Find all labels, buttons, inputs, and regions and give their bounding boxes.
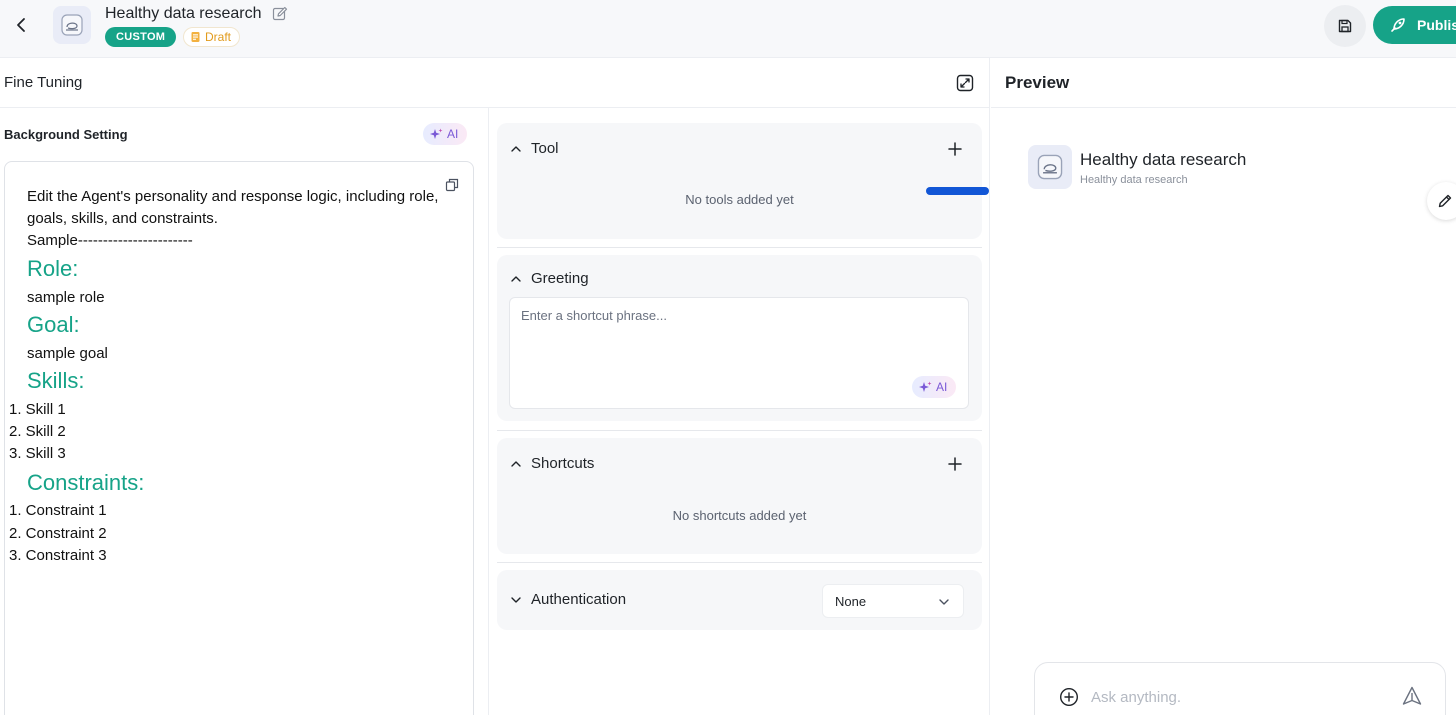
fine-tuning-title: Fine Tuning	[4, 74, 83, 91]
constraint-item: 2. Constraint 2	[9, 525, 107, 542]
top-bar: Healthy data research CUSTOM Draft Publi…	[0, 0, 1456, 58]
goal-text: sample goal	[27, 345, 108, 362]
send-icon[interactable]	[1401, 685, 1423, 707]
publish-label: Publish	[1417, 17, 1456, 33]
chat-input[interactable]	[1091, 685, 1381, 709]
greeting-placeholder: Enter a shortcut phrase...	[521, 308, 667, 323]
draft-badge: Draft	[183, 27, 241, 47]
preview-header: Preview	[991, 58, 1456, 108]
ai-label: AI	[447, 127, 459, 141]
editor-sample-line: Sample-----------------------	[27, 232, 193, 249]
agent-avatar[interactable]	[53, 6, 91, 44]
authentication-section: Authentication None	[497, 570, 982, 630]
authentication-title: Authentication	[531, 591, 627, 608]
draft-label: Draft	[205, 30, 232, 44]
shortcuts-title: Shortcuts	[531, 455, 595, 472]
plus-circle-icon[interactable]	[1059, 687, 1079, 707]
constraint-item: 1. Constraint 1	[9, 502, 107, 519]
chevron-up-icon[interactable]	[509, 142, 523, 156]
background-editor[interactable]: Edit the Agent's personality and respons…	[4, 161, 474, 715]
constraint-item: 3. Constraint 3	[9, 547, 107, 564]
constraints-heading: Constraints:	[27, 470, 145, 495]
chevron-up-icon[interactable]	[509, 457, 523, 471]
pencil-edit-icon	[1438, 194, 1452, 208]
pencil-edit-icon[interactable]	[272, 6, 288, 22]
skill-item: 3. Skill 3	[9, 445, 66, 462]
greeting-title: Greeting	[531, 270, 589, 287]
plus-icon[interactable]	[947, 456, 963, 472]
divider	[497, 247, 982, 248]
background-ai-button[interactable]: AI	[423, 123, 468, 145]
agent-title: Healthy data research	[105, 5, 262, 22]
configuration-panel: Tool No tools added yet Greeting Enter a…	[489, 108, 990, 715]
role-text: sample role	[27, 289, 105, 306]
authentication-value: None	[835, 594, 867, 609]
preview-agent-avatar	[1028, 145, 1072, 189]
preview-panel: Healthy data research Healthy data resea…	[991, 108, 1456, 715]
chevron-down-icon	[939, 599, 949, 605]
authentication-select[interactable]: None	[822, 584, 964, 618]
greeting-input[interactable]: Enter a shortcut phrase... AI	[509, 297, 969, 409]
preview-edit-button[interactable]	[1427, 182, 1456, 220]
divider	[497, 562, 982, 563]
role-heading: Role:	[27, 256, 79, 281]
greeting-ai-button[interactable]: AI	[912, 376, 957, 398]
save-disk-icon	[1338, 19, 1352, 33]
back-arrow-icon[interactable]	[10, 14, 32, 36]
tool-empty-text: No tools added yet	[685, 192, 794, 207]
skill-item: 2. Skill 2	[9, 423, 66, 440]
ai-label: AI	[936, 380, 948, 394]
draft-file-icon	[191, 32, 200, 42]
custom-badge: CUSTOM	[105, 27, 177, 47]
copy-icon[interactable]	[445, 178, 459, 192]
robot-avatar-icon	[61, 14, 83, 36]
sparkle-icon	[430, 128, 443, 139]
publish-button[interactable]: Publish	[1373, 6, 1456, 44]
chevron-down-icon[interactable]	[509, 593, 523, 607]
save-button[interactable]	[1324, 5, 1366, 47]
background-setting-title: Background Setting	[4, 127, 128, 142]
tool-section: Tool No tools added yet	[497, 123, 989, 239]
plus-icon[interactable]	[947, 141, 963, 157]
skills-heading: Skills:	[27, 368, 85, 393]
expand-icon[interactable]	[956, 74, 974, 92]
skill-item: 1. Skill 1	[9, 401, 66, 418]
rocket-icon	[1391, 18, 1405, 32]
background-setting-panel: Background Setting AI Edit the Agent's p…	[0, 108, 489, 715]
agent-builder-app: Healthy data research CUSTOM Draft Publi…	[0, 0, 1456, 715]
tool-title: Tool	[531, 140, 559, 157]
fine-tuning-header: Fine Tuning	[0, 58, 990, 108]
preview-agent-description: Healthy data research	[1080, 174, 1188, 186]
sparkle-icon	[919, 381, 932, 392]
shortcuts-empty-text: No shortcuts added yet	[672, 508, 807, 523]
editor-intro-text: Edit the Agent's personality and respons…	[27, 188, 439, 227]
greeting-section: Greeting Enter a shortcut phrase... AI	[497, 255, 982, 421]
shortcuts-section: Shortcuts No shortcuts added yet	[497, 438, 982, 554]
chat-composer	[1034, 662, 1446, 715]
preview-title: Preview	[1005, 73, 1070, 92]
divider	[497, 430, 982, 431]
preview-agent-name: Healthy data research	[1080, 150, 1247, 169]
robot-avatar-icon	[1037, 154, 1063, 180]
chevron-up-icon[interactable]	[509, 272, 523, 286]
goal-heading: Goal:	[27, 312, 80, 337]
